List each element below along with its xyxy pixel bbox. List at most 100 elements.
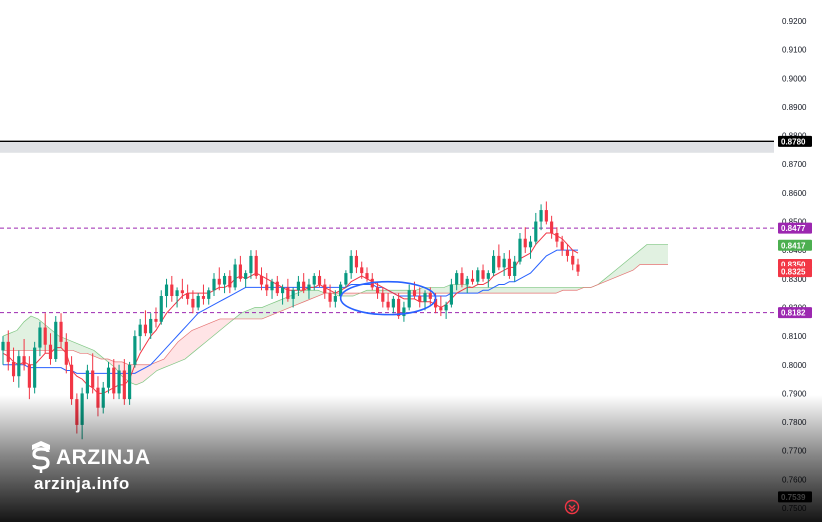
candle-body xyxy=(1,341,5,351)
candle-body xyxy=(91,370,95,388)
senkou-span-b-line xyxy=(3,264,668,366)
candle-body xyxy=(402,307,406,317)
candle-body xyxy=(196,296,200,308)
candle-body xyxy=(22,356,26,365)
level-price-tag: 0.8182 xyxy=(781,309,806,318)
ichimoku-cloud-segment xyxy=(542,287,549,294)
candle-body xyxy=(444,304,448,311)
candle-body xyxy=(439,307,443,311)
candle-body xyxy=(465,278,469,285)
candle-body xyxy=(191,298,195,308)
candle-body xyxy=(365,273,369,279)
candle-body xyxy=(281,287,285,294)
ichimoku-cloud-segment xyxy=(178,336,185,362)
tenkan-sen-line xyxy=(2,232,579,394)
y-axis-tick-label: 0.8000 xyxy=(782,361,807,370)
arzinja-logo-icon xyxy=(32,441,50,473)
ichimoku-cloud-segment xyxy=(346,293,353,297)
candle-body xyxy=(497,255,501,268)
candle-body xyxy=(270,281,274,291)
candle-body xyxy=(502,258,506,268)
kijun-sen-line xyxy=(3,249,578,374)
candle-body xyxy=(154,318,158,322)
candle-body xyxy=(449,284,453,305)
candle-body xyxy=(80,393,84,425)
candle-body xyxy=(254,255,258,276)
candle-body xyxy=(128,364,132,400)
ichimoku-cloud-segment xyxy=(556,287,563,294)
candle-body xyxy=(576,264,580,272)
ichimoku-cloud-segment xyxy=(220,318,227,331)
candle-body xyxy=(507,258,512,276)
candle-body xyxy=(476,270,480,282)
candle-body xyxy=(349,255,353,274)
candle-body xyxy=(407,290,411,308)
candle-body xyxy=(375,287,380,294)
ichimoku-cloud-segment xyxy=(647,244,654,265)
candle-body xyxy=(455,273,459,285)
candle-body xyxy=(112,367,116,394)
candle-body xyxy=(523,238,527,248)
ichimoku-cloud-segment xyxy=(500,287,507,294)
resistance-band xyxy=(0,141,774,153)
candle-body xyxy=(259,275,264,285)
y-axis-tick-label: 0.7500 xyxy=(782,504,807,513)
candle-body xyxy=(159,296,163,322)
candle-body xyxy=(101,387,105,408)
candle-body xyxy=(534,221,538,242)
ichimoku-cloud-segment xyxy=(367,290,374,294)
candle-body xyxy=(492,255,496,274)
candle-body xyxy=(6,341,10,362)
candle-body xyxy=(539,210,543,222)
ichimoku-cloud-segment xyxy=(563,287,570,291)
candle-body xyxy=(312,275,316,285)
candle-body xyxy=(486,273,490,279)
ichimoku-cloud-segment xyxy=(136,364,143,385)
ichimoku-cloud-segment xyxy=(493,287,500,294)
watermark-brand-name: ARZINJA xyxy=(56,446,151,469)
y-axis-tick-label: 0.9100 xyxy=(782,46,807,55)
candle-body xyxy=(528,241,533,248)
candle-body xyxy=(418,296,422,302)
ichimoku-cloud-segment xyxy=(654,244,661,265)
candle-body xyxy=(249,255,253,274)
candle-body xyxy=(64,341,68,365)
y-axis-tick-label: 0.7900 xyxy=(782,389,807,398)
watermark-website: arzinja.info xyxy=(34,474,130,493)
price-tag: 0.8325 xyxy=(781,268,806,277)
candle-body xyxy=(333,296,337,302)
candle-body xyxy=(164,284,169,297)
y-axis-tick-label: 0.7700 xyxy=(782,447,807,456)
candle-body xyxy=(460,273,464,285)
candle-body xyxy=(550,221,554,233)
ichimoku-cloud-segment xyxy=(535,287,542,294)
candle-body xyxy=(323,284,327,294)
candle-body xyxy=(233,264,237,288)
candle-body xyxy=(470,278,475,282)
y-axis-tick-label: 0.7600 xyxy=(782,475,807,484)
candle-body xyxy=(180,290,184,294)
candle-body xyxy=(513,261,517,276)
candle-body xyxy=(381,293,385,302)
ichimoku-cloud-segment xyxy=(472,287,479,294)
ichimoku-cloud-segment xyxy=(185,330,192,360)
candle-body xyxy=(565,250,570,256)
ichimoku-cloud-segment xyxy=(661,244,668,265)
candle-body xyxy=(117,370,121,394)
candle-body xyxy=(354,255,359,268)
candle-body xyxy=(307,284,311,291)
candle-body xyxy=(11,361,16,377)
candle-body xyxy=(122,370,126,400)
candle-body xyxy=(275,281,279,294)
y-axis-tick-label: 0.9200 xyxy=(782,17,807,26)
candle-body xyxy=(143,324,148,334)
candle-body xyxy=(207,290,211,299)
resistance-price-tag: 0.8780 xyxy=(781,137,806,146)
candle-body xyxy=(571,255,575,265)
scroll-to-latest-button[interactable] xyxy=(564,499,580,515)
candle-body xyxy=(265,284,269,291)
candle-body xyxy=(360,267,364,274)
y-axis-tick-label: 0.7800 xyxy=(782,418,807,427)
candle-body xyxy=(54,321,58,360)
candle-body xyxy=(170,284,174,297)
